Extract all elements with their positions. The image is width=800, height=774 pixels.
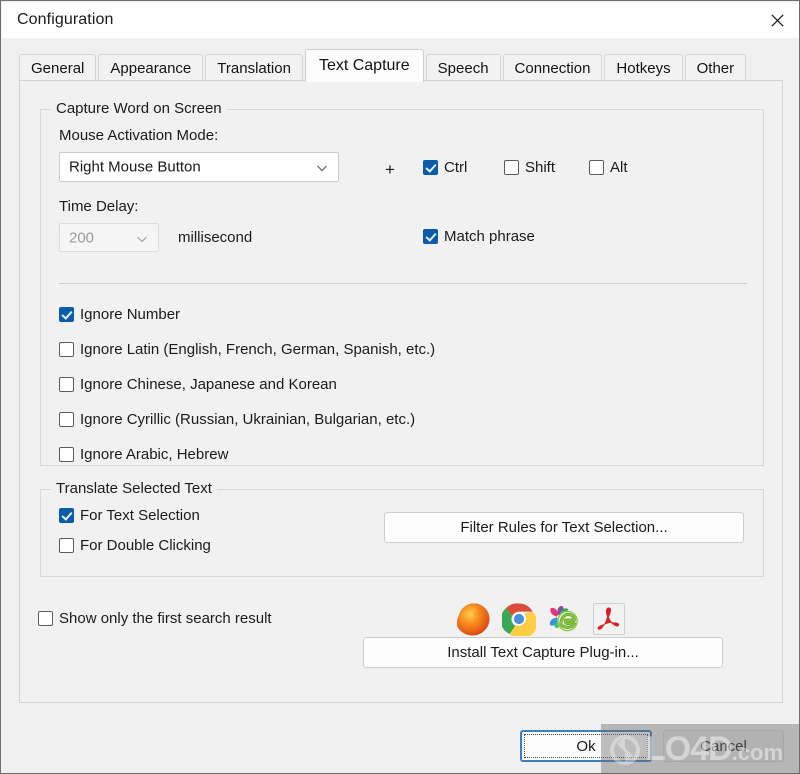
checkbox-ctrl[interactable]: Ctrl	[423, 159, 467, 176]
translate-selected-text-group: Translate Selected Text For Text Selecti…	[40, 480, 764, 577]
mouse-activation-mode-value: Right Mouse Button	[69, 158, 201, 176]
chevron-down-icon	[136, 232, 148, 244]
checkbox-shift-box	[504, 160, 519, 175]
checkbox-ignore-cjk-label: Ignore Chinese, Japanese and Korean	[80, 376, 337, 393]
tab-text-capture[interactable]: Text Capture	[304, 49, 424, 82]
checkbox-ignore-cyrillic-box	[59, 412, 74, 427]
checkbox-ignore-cyrillic-label: Ignore Cyrillic (Russian, Ukrainian, Bul…	[80, 411, 416, 428]
checkbox-show-only-first-result[interactable]: Show only the first search result	[38, 610, 272, 627]
tab-translation[interactable]: Translation	[205, 54, 303, 81]
filter-rules-button[interactable]: Filter Rules for Text Selection...	[384, 512, 744, 543]
install-plugin-button[interactable]: Install Text Capture Plug-in...	[363, 637, 723, 668]
checkbox-ignore-latin[interactable]: Ignore Latin (English, French, German, S…	[59, 341, 435, 358]
checkbox-ignore-arabic-hebrew-label: Ignore Arabic, Hebrew	[80, 446, 229, 463]
checkbox-match-phrase[interactable]: Match phrase	[423, 228, 535, 245]
firefox-icon[interactable]	[456, 602, 491, 636]
capture-word-group: Capture Word on Screen Mouse Activation …	[40, 100, 764, 466]
checkbox-show-only-first-result-box	[38, 611, 53, 626]
adobe-acrobat-icon[interactable]	[592, 602, 626, 636]
browser-icons-row	[456, 602, 626, 639]
checkbox-ignore-latin-box	[59, 342, 74, 357]
title-bar: Configuration	[2, 2, 799, 38]
checkbox-match-phrase-box	[423, 229, 438, 244]
checkbox-for-double-clicking-label: For Double Clicking	[80, 537, 211, 554]
checkbox-show-only-first-result-label: Show only the first search result	[59, 610, 272, 627]
tab-hotkeys[interactable]: Hotkeys	[604, 54, 683, 81]
tab-general[interactable]: General	[19, 54, 97, 81]
checkbox-ignore-number-box	[59, 307, 74, 322]
tab-connection[interactable]: Connection	[502, 54, 603, 81]
text-capture-panel: Capture Word on Screen Mouse Activation …	[19, 80, 783, 703]
chevron-down-icon	[316, 161, 328, 173]
time-delay-unit-label: millisecond	[178, 229, 253, 246]
dialog-button-bar: Ok Cancel	[2, 703, 799, 773]
checkbox-ignore-arabic-hebrew[interactable]: Ignore Arabic, Hebrew	[59, 446, 228, 463]
checkbox-shift-label: Shift	[525, 159, 556, 176]
tab-strip: General Appearance Translation Text Capt…	[2, 38, 799, 82]
checkbox-for-double-clicking-box	[59, 538, 74, 553]
capture-word-group-title: Capture Word on Screen	[51, 100, 227, 117]
cancel-button[interactable]: Cancel	[663, 730, 784, 762]
ok-button[interactable]: Ok	[520, 730, 652, 762]
tab-other[interactable]: Other	[684, 54, 747, 81]
checkbox-ignore-number-label: Ignore Number	[80, 306, 181, 323]
time-delay-value: 200	[69, 229, 95, 246]
checkbox-ctrl-label: Ctrl	[444, 159, 468, 176]
mouse-activation-mode-label: Mouse Activation Mode:	[59, 127, 219, 144]
mouse-activation-mode-select[interactable]: Right Mouse Button	[59, 152, 339, 182]
time-delay-select[interactable]: 200	[59, 223, 159, 252]
ie-360-browser-icon[interactable]	[547, 602, 581, 636]
close-icon[interactable]	[754, 2, 799, 38]
checkbox-ignore-latin-label: Ignore Latin (English, French, German, S…	[80, 341, 436, 358]
checkbox-alt-label: Alt	[610, 159, 628, 176]
plus-sign-label: +	[385, 160, 395, 179]
checkbox-for-text-selection-box	[59, 508, 74, 523]
window-title: Configuration	[17, 11, 114, 28]
time-delay-label: Time Delay:	[59, 198, 139, 215]
checkbox-shift[interactable]: Shift	[504, 159, 555, 176]
checkbox-alt[interactable]: Alt	[589, 159, 628, 176]
checkbox-for-text-selection[interactable]: For Text Selection	[59, 507, 200, 524]
tab-appearance[interactable]: Appearance	[98, 54, 204, 81]
checkbox-ignore-arabic-hebrew-box	[59, 447, 74, 462]
cancel-button-label: Cancel	[700, 737, 747, 755]
checkbox-ignore-cyrillic[interactable]: Ignore Cyrillic (Russian, Ukrainian, Bul…	[59, 411, 415, 428]
checkbox-ignore-cjk[interactable]: Ignore Chinese, Japanese and Korean	[59, 376, 337, 393]
chrome-icon[interactable]	[500, 602, 538, 639]
section-divider	[59, 283, 747, 284]
checkbox-match-phrase-label: Match phrase	[444, 228, 535, 245]
checkbox-ignore-number[interactable]: Ignore Number	[59, 306, 180, 323]
checkbox-ignore-cjk-box	[59, 377, 74, 392]
tab-speech[interactable]: Speech	[425, 54, 501, 81]
configuration-dialog: Configuration General Appearance Transla…	[0, 0, 800, 774]
checkbox-for-text-selection-label: For Text Selection	[80, 507, 200, 524]
checkbox-ctrl-box	[423, 160, 438, 175]
ok-button-label: Ok	[576, 737, 596, 755]
translate-group-title: Translate Selected Text	[51, 480, 217, 497]
checkbox-for-double-clicking[interactable]: For Double Clicking	[59, 537, 211, 554]
checkbox-alt-box	[589, 160, 604, 175]
